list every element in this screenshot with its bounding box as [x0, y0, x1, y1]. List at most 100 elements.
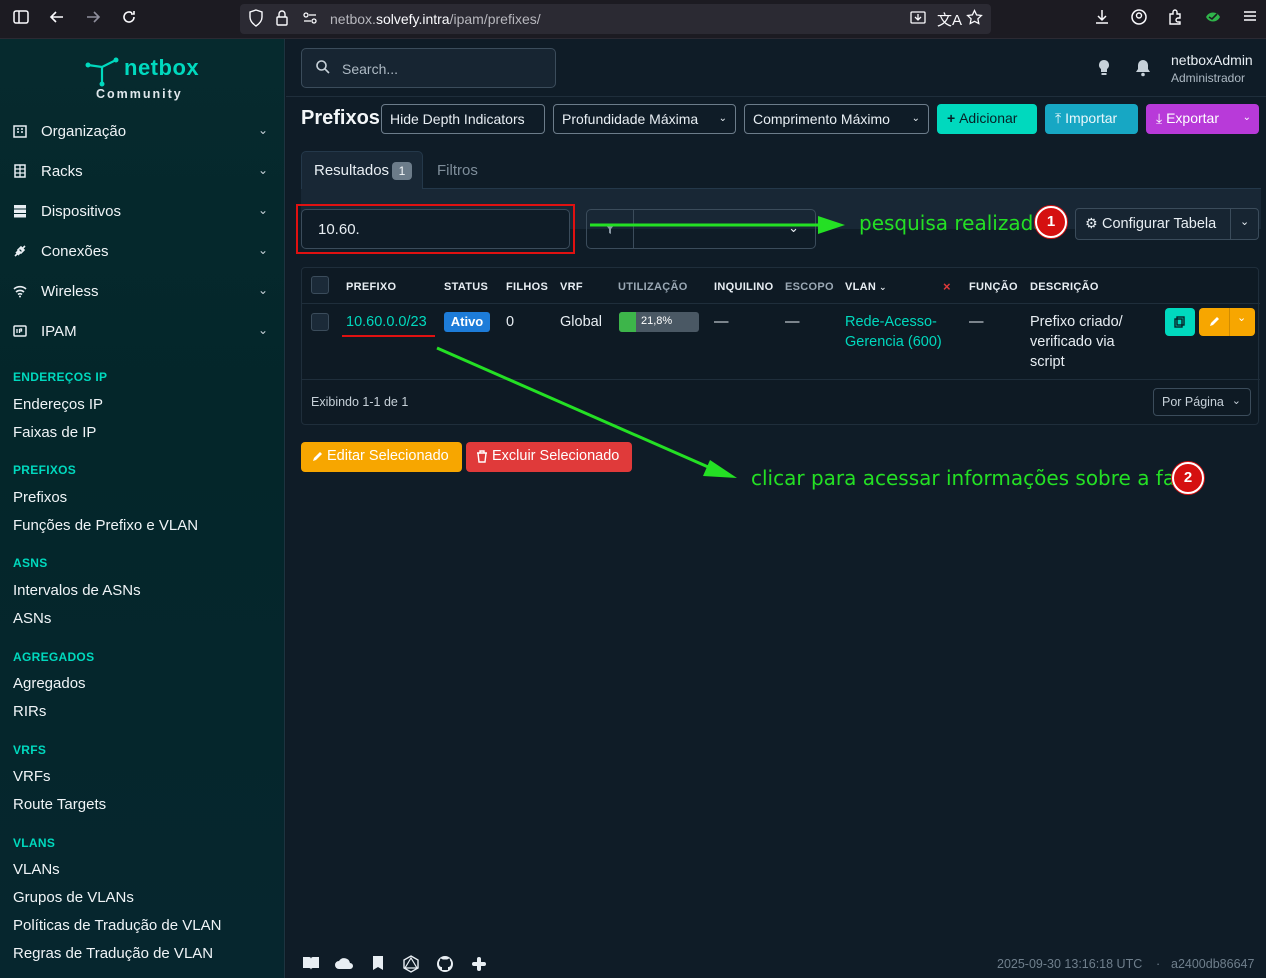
col-escopo[interactable]: ESCOPO: [785, 281, 834, 293]
bookmark-icon[interactable]: [368, 955, 388, 975]
import-button[interactable]: ⤒ Importar: [1045, 104, 1138, 134]
search-placeholder: Search...: [342, 61, 399, 77]
downloads-icon[interactable]: [1091, 8, 1113, 30]
export-label: Exportar: [1166, 110, 1219, 126]
status-badge: Ativo: [444, 312, 490, 332]
delete-selected-button[interactable]: Excluir Selecionado: [466, 442, 632, 472]
col-utilizacao[interactable]: UTILIZAÇÃO: [618, 281, 688, 293]
utilization-bar: 21,8%: [619, 312, 699, 332]
shield-icon[interactable]: [248, 9, 264, 31]
col-prefixo[interactable]: PREFIXO: [346, 281, 396, 293]
add-button[interactable]: + Adicionar: [937, 104, 1037, 134]
forward-icon[interactable]: [82, 8, 104, 30]
page-title: Prefixos: [301, 107, 380, 129]
section-heading: PREFIXOS: [13, 463, 77, 477]
col-filhos[interactable]: FILHOS: [506, 281, 548, 293]
sidebar-link-funcoes[interactable]: Funções de Prefixo e VLAN: [13, 517, 198, 534]
sidebar-item-ipam[interactable]: IPAM ⌄: [0, 315, 285, 351]
bell-icon[interactable]: [1133, 58, 1153, 78]
sidebar-link-politicas-traducao[interactable]: Políticas de Tradução de VLAN: [13, 917, 221, 934]
lightbulb-icon[interactable]: [1094, 58, 1114, 78]
sidebar-link-vlans[interactable]: VLANs: [13, 861, 60, 878]
reload-icon[interactable]: [118, 8, 140, 30]
saved-filter-select[interactable]: ⌄: [633, 209, 816, 249]
chevron-down-icon[interactable]: ⌄: [1240, 215, 1249, 228]
col-vrf[interactable]: VRF: [560, 281, 583, 293]
section-heading: AGREGADOS: [13, 650, 95, 664]
slack-icon[interactable]: [469, 955, 489, 975]
menu-icon[interactable]: [1239, 8, 1261, 30]
clone-button[interactable]: [1165, 308, 1195, 336]
sidebar-link-vrfs[interactable]: VRFs: [13, 768, 51, 785]
api-cloud-icon[interactable]: [334, 955, 354, 975]
hide-depth-button[interactable]: Hide Depth Indicators: [381, 104, 545, 134]
prefix-link[interactable]: 10.60.0.0/23: [346, 312, 427, 332]
configure-table-button[interactable]: ⚙ Configurar Tabela ⌄: [1075, 208, 1259, 240]
export-button[interactable]: ⤓ Exportar ⌄: [1146, 104, 1259, 134]
col-status[interactable]: STATUS: [444, 281, 488, 293]
sidebar-link-prefixos[interactable]: Prefixos: [13, 489, 67, 506]
pagination-summary: Exibindo 1-1 de 1: [311, 395, 409, 409]
translate-icon[interactable]: 文A: [937, 9, 962, 30]
install-app-icon[interactable]: [910, 9, 926, 29]
utilization-fill: [619, 312, 637, 332]
sidebar-item-conexoes[interactable]: Conexões ⌄: [0, 235, 285, 271]
sidebar-link-intervalos-asns[interactable]: Intervalos de ASNs: [13, 582, 141, 599]
per-page-label: Por Página: [1162, 395, 1224, 409]
extensions-icon[interactable]: [1164, 8, 1186, 30]
account-icon[interactable]: [1128, 8, 1150, 30]
chevron-down-icon: ⌄: [258, 163, 269, 177]
sidebar-item-dispositivos[interactable]: Dispositivos ⌄: [0, 195, 285, 231]
footer-commit: a2400db86647: [1171, 957, 1255, 971]
chevron-down-icon[interactable]: ⌄: [1237, 311, 1246, 324]
github-icon[interactable]: [435, 955, 455, 975]
clear-sort-icon[interactable]: ×: [943, 279, 951, 294]
permissions-icon[interactable]: [302, 9, 318, 31]
col-funcao[interactable]: FUNÇÃO: [969, 281, 1018, 293]
logo-wordmark: netbox: [124, 55, 200, 80]
back-icon[interactable]: [46, 8, 68, 30]
sidebar-link-faixas-ip[interactable]: Faixas de IP: [13, 424, 96, 441]
sidebar-link-asns[interactable]: ASNs: [13, 610, 51, 627]
extension-green-icon[interactable]: [1202, 8, 1224, 30]
max-length-dropdown[interactable]: Comprimento Máximo ⌄: [744, 104, 929, 134]
col-vlan[interactable]: VLAN ⌄: [845, 281, 887, 293]
max-depth-label: Profundidade Máxima: [562, 111, 699, 127]
per-page-dropdown[interactable]: Por Página ⌄: [1153, 388, 1251, 416]
select-all-checkbox[interactable]: [311, 276, 329, 294]
search-input[interactable]: Search...: [301, 48, 556, 88]
col-descricao[interactable]: DESCRIÇÃO: [1030, 281, 1099, 293]
sidebar-link-grupos-vlans[interactable]: Grupos de VLANs: [13, 889, 134, 906]
sidebar-item-organizacao[interactable]: Organização ⌄: [0, 115, 285, 151]
sidebar-toggle-icon[interactable]: [10, 8, 32, 30]
edit-row-button[interactable]: ⌄: [1199, 308, 1255, 336]
sidebar-item-label: Conexões: [41, 243, 109, 260]
user-name[interactable]: netboxAdmin: [1171, 52, 1253, 68]
url-bar[interactable]: netbox.solvefy.intra/ipam/prefixes/ 文A: [240, 4, 991, 34]
row-checkbox[interactable]: [311, 313, 329, 331]
sidebar-item-racks[interactable]: Racks ⌄: [0, 155, 285, 191]
filter-button[interactable]: [586, 209, 634, 249]
sidebar-link-regras-traducao[interactable]: Regras de Tradução de VLAN: [13, 945, 213, 962]
children-count: 0: [506, 314, 515, 330]
graphql-icon[interactable]: [401, 955, 421, 975]
tab-resultados[interactable]: Resultados 1: [301, 151, 423, 189]
sidebar-link-rirs[interactable]: RIRs: [13, 703, 46, 720]
description-line: verificado via: [1030, 334, 1115, 350]
footer-timestamp: 2025-09-30 13:16:18 UTC: [997, 957, 1143, 971]
docs-book-icon[interactable]: [301, 955, 321, 975]
vlan-link[interactable]: Rede-Acesso- Gerencia (600): [845, 312, 942, 352]
sidebar-item-label: IPAM: [41, 323, 77, 340]
col-inquilino[interactable]: INQUILINO: [714, 281, 774, 293]
sidebar-link-route-targets[interactable]: Route Targets: [13, 796, 106, 813]
plus-icon: +: [947, 110, 960, 126]
edit-selected-button[interactable]: Editar Selecionado: [301, 442, 462, 472]
sidebar-item-wireless[interactable]: Wireless ⌄: [0, 275, 285, 311]
sidebar-link-enderecos-ip[interactable]: Endereços IP: [13, 396, 103, 413]
netbox-logo[interactable]: netbox Community: [84, 51, 204, 103]
lock-icon[interactable]: [274, 9, 290, 31]
bookmark-star-icon[interactable]: [966, 8, 983, 30]
max-depth-dropdown[interactable]: Profundidade Máxima ⌄: [553, 104, 736, 134]
sidebar-link-agregados[interactable]: Agregados: [13, 675, 86, 692]
tab-filtros[interactable]: Filtros: [437, 162, 478, 179]
